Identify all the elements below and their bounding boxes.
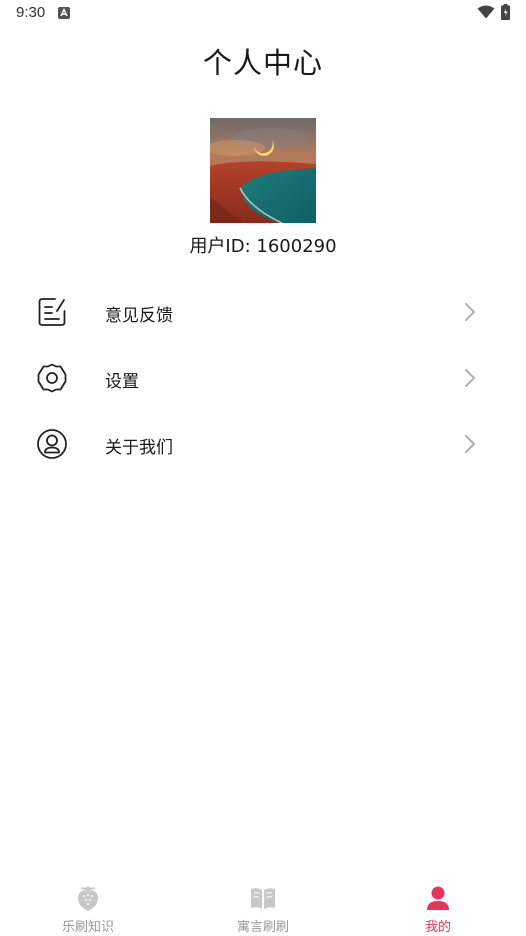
menu-item-about-us[interactable]: 关于我们	[0, 414, 526, 474]
chevron-right-icon	[465, 435, 475, 453]
nav-item-knowledge[interactable]: 乐刷知识	[0, 876, 176, 936]
book-icon	[251, 888, 275, 909]
battery-icon	[501, 4, 510, 20]
nav-item-mine[interactable]: 我的	[350, 876, 526, 936]
wifi-icon	[477, 5, 495, 19]
nav-label-knowledge: 乐刷知识	[61, 920, 114, 935]
nav-label-fables: 寓言刷刷	[236, 920, 289, 935]
menu-label-feedback: 意见反馈	[105, 306, 173, 326]
chevron-right-icon	[465, 303, 475, 321]
menu-label-settings: 设置	[105, 372, 139, 392]
chevron-right-icon	[465, 369, 475, 387]
about-us-icon	[37, 429, 67, 459]
status-time: 9:30	[16, 4, 46, 21]
menu-item-settings[interactable]: 设置	[0, 348, 526, 408]
page-title: 个人中心	[202, 46, 323, 80]
menu-label-about-us: 关于我们	[105, 438, 173, 458]
strawberry-icon	[78, 886, 98, 911]
menu-item-feedback[interactable]: 意见反馈	[0, 282, 526, 342]
user-id: 用户ID: 1600290	[189, 236, 337, 257]
status-bar: 9:30	[0, 0, 526, 26]
settings-icon	[37, 363, 67, 393]
bottom-nav: 乐刷知识 寓言刷刷 我的	[0, 876, 526, 936]
avatar-image	[210, 118, 316, 223]
person-icon	[427, 886, 449, 910]
notification-icon	[58, 7, 70, 19]
nav-item-fables[interactable]: 寓言刷刷	[175, 876, 351, 936]
nav-label-mine: 我的	[424, 920, 451, 935]
feedback-icon	[38, 298, 66, 326]
avatar[interactable]	[210, 118, 316, 223]
